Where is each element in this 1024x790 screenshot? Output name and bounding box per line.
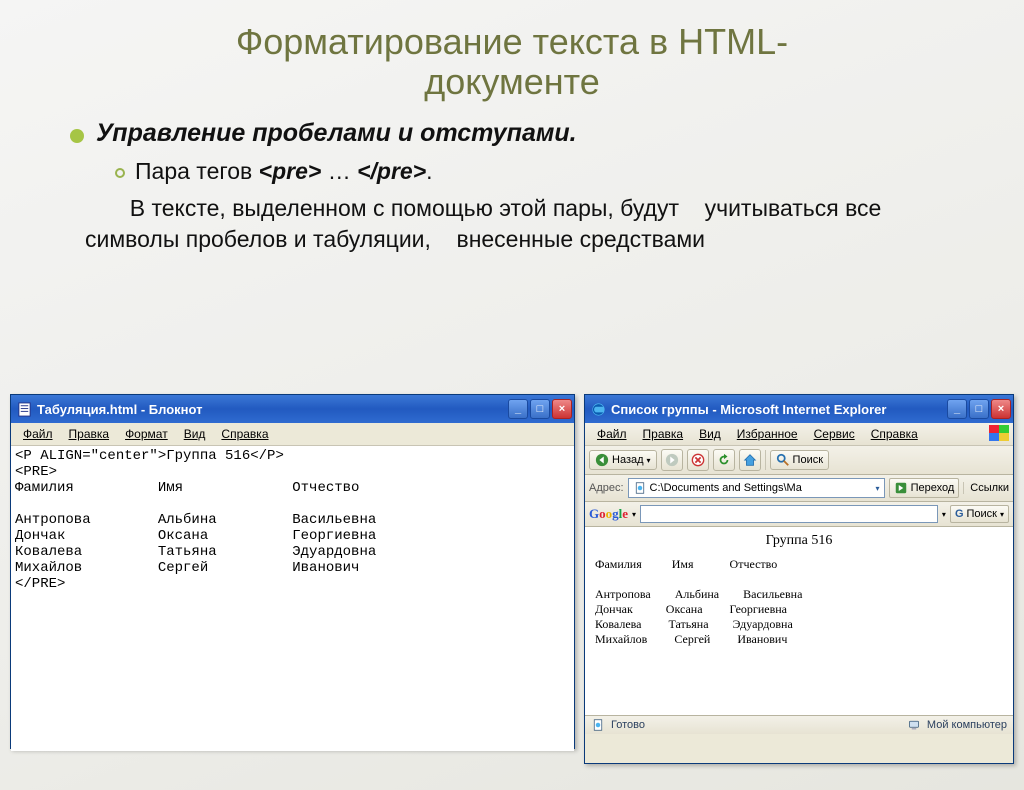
ie-menu-favorites[interactable]: Избранное [729,425,806,443]
go-label: Переход [911,482,955,494]
windows-flag-icon [989,425,1009,441]
ie-menu-file[interactable]: Файл [589,425,635,443]
notepad-icon [17,402,32,417]
ie-window: Список группы - Microsoft Internet Explo… [584,394,1014,764]
close-button[interactable]: × [552,399,572,419]
go-icon [894,481,908,495]
ie-navigation-toolbar: Назад ▾ Поиск [585,446,1013,475]
ie-icon [591,402,606,417]
notepad-textarea[interactable]: <P ALIGN="center">Группа 516</P> <PRE> Ф… [11,446,574,751]
address-input[interactable]: C:\Documents and Settings\Ма ▾ [628,478,885,498]
bullet2-dots: … [321,158,357,184]
ie-statusbar: Готово Мой компьютер [585,715,1013,734]
minimize-button[interactable]: _ [508,399,528,419]
bullet-ring-icon [115,168,125,178]
notepad-window-buttons: _ □ × [508,399,572,419]
notepad-titlebar[interactable]: Табуляция.html - Блокнот _ □ × [11,395,574,423]
title-line1: Форматирование текста в HTML- [236,21,788,62]
forward-icon [665,453,679,467]
bullet-1-row: Управление пробелами и отступами. [30,119,994,148]
status-ready: Готово [611,719,645,731]
bullet2-prefix: Пара тегов [135,158,259,184]
body-text: В тексте, выделенном с помощью этой пары… [85,193,944,255]
notepad-title: Табуляция.html - Блокнот [37,402,508,417]
home-button[interactable] [739,449,761,471]
menu-edit[interactable]: Правка [61,425,118,443]
ie-menu-tools[interactable]: Сервис [806,425,863,443]
ie-titlebar[interactable]: Список группы - Microsoft Internet Explo… [585,395,1013,423]
notepad-window: Табуляция.html - Блокнот _ □ × Файл Прав… [10,394,575,749]
bullet-2-text: Пара тегов <pre> … </pre>. [135,158,433,185]
page-pre-text: Фамилия Имя Отчество Антропова Альбина В… [595,557,1003,647]
ie-page-content: Группа 516 Фамилия Имя Отчество Антропов… [585,527,1013,715]
computer-icon [907,718,921,732]
ie-title: Список группы - Microsoft Internet Explo… [611,402,947,417]
menu-file[interactable]: Файл [15,425,61,443]
forward-button[interactable] [661,449,683,471]
stop-icon [691,453,705,467]
google-toolbar: Google ▾ ▾ G Поиск ▾ [585,502,1013,527]
ie-addressbar: Адрес: C:\Documents and Settings\Ма ▾ Пе… [585,475,1013,502]
ie-menu-help[interactable]: Справка [863,425,926,443]
menu-format[interactable]: Формат [117,425,176,443]
home-icon [743,453,757,467]
back-label: Назад [612,454,644,466]
bullet-1-text: Управление пробелами и отступами. [96,119,577,148]
dropdown-icon: ▾ [1000,510,1004,519]
ie-menu-edit[interactable]: Правка [635,425,692,443]
page-icon [591,718,605,732]
menu-view[interactable]: Вид [176,425,214,443]
bullet2-open: <pre> [259,158,322,184]
search-button[interactable]: Поиск [770,450,829,470]
google-search-button[interactable]: G Поиск ▾ [950,505,1009,523]
go-button[interactable]: Переход [889,478,960,498]
page-icon [633,481,647,495]
address-value: C:\Documents and Settings\Ма [650,482,802,494]
search-label: Поиск [793,454,823,466]
maximize-button[interactable]: □ [530,399,550,419]
bullet-2-row: Пара тегов <pre> … </pre>. [115,158,994,185]
maximize-button[interactable]: □ [969,399,989,419]
stop-button[interactable] [687,449,709,471]
refresh-button[interactable] [713,449,735,471]
google-search-input[interactable] [640,505,938,523]
status-zone: Мой компьютер [927,719,1007,731]
dropdown-icon[interactable]: ▾ [942,510,946,519]
bullet2-close: </pre> [357,158,426,184]
ie-menu-view[interactable]: Вид [691,425,729,443]
ie-menubar: Файл Правка Вид Избранное Сервис Справка [585,423,1013,446]
minimize-button[interactable]: _ [947,399,967,419]
title-line2: документе [424,61,600,102]
ie-window-buttons: _ □ × [947,399,1011,419]
slide-title: Форматирование текста в HTML- документе [0,22,1024,101]
dropdown-icon[interactable]: ▾ [876,484,880,493]
search-icon [776,453,790,467]
close-button[interactable]: × [991,399,1011,419]
dropdown-icon: ▾ [647,456,651,465]
bullet2-suffix: . [426,158,432,184]
address-label: Адрес: [589,482,624,494]
links-label[interactable]: Ссылки [963,482,1009,494]
back-button[interactable]: Назад ▾ [589,450,657,470]
google-search-label: Поиск [967,508,997,520]
menu-help[interactable]: Справка [213,425,276,443]
slide-content: Управление пробелами и отступами. Пара т… [30,119,994,255]
page-heading: Группа 516 [595,533,1003,549]
bullet-dot-icon [70,129,84,143]
refresh-icon [717,453,731,467]
back-icon [595,453,609,467]
dropdown-icon[interactable]: ▾ [632,510,636,519]
google-logo-icon: Google [589,506,628,522]
notepad-menubar: Файл Правка Формат Вид Справка [11,423,574,446]
